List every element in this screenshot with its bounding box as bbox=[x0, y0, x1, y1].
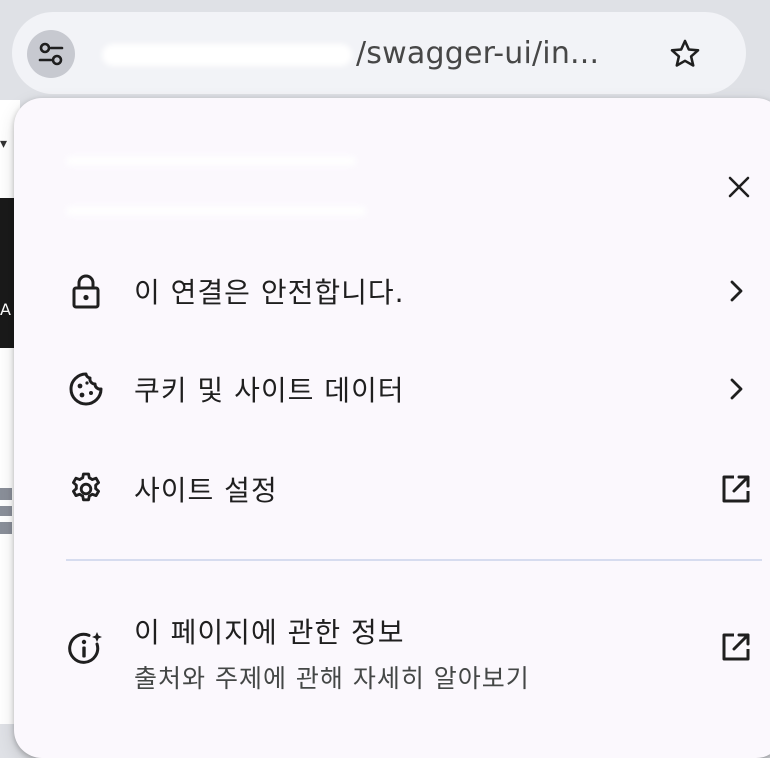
url-text[interactable]: /swagger-ui/in... bbox=[356, 36, 599, 71]
address-bar[interactable]: /swagger-ui/in... bbox=[12, 12, 746, 94]
page-info-popup: 이 연결은 안전합니다. 쿠키 및 사이트 데이터 사이트 설정 이 페이지에 … bbox=[14, 98, 770, 758]
about-this-page-sublabel: 출처와 주제에 관해 자세히 알아보기 bbox=[134, 664, 530, 693]
close-button[interactable] bbox=[714, 162, 764, 212]
cookie-icon bbox=[66, 369, 106, 409]
divider bbox=[66, 559, 762, 561]
lock-icon bbox=[66, 271, 106, 311]
open-in-new-icon bbox=[718, 629, 754, 665]
background-dark-panel-letter: A bbox=[0, 300, 11, 319]
url-redacted bbox=[102, 44, 352, 66]
gear-icon bbox=[66, 469, 106, 509]
popup-subheader-redacted bbox=[66, 206, 366, 216]
cookies-site-data-item[interactable]: 쿠키 및 사이트 데이터 bbox=[14, 343, 770, 435]
chevron-right-icon bbox=[718, 273, 754, 309]
star-icon bbox=[670, 39, 700, 67]
background-grid-icon bbox=[0, 488, 12, 534]
background-page-arrow-icon: ▾ bbox=[0, 136, 8, 152]
tune-icon bbox=[38, 42, 64, 66]
about-this-page-label: 이 페이지에 관한 정보 bbox=[134, 616, 405, 649]
site-settings-item[interactable]: 사이트 설정 bbox=[14, 443, 770, 535]
connection-security-label: 이 연결은 안전합니다. bbox=[134, 276, 405, 309]
open-in-new-icon bbox=[718, 471, 754, 507]
site-info-button[interactable] bbox=[27, 30, 75, 78]
site-settings-label: 사이트 설정 bbox=[134, 474, 278, 507]
popup-header-redacted bbox=[66, 156, 356, 166]
connection-security-item[interactable]: 이 연결은 안전합니다. bbox=[14, 245, 770, 337]
chevron-right-icon bbox=[718, 371, 754, 407]
bookmark-button[interactable] bbox=[665, 34, 705, 74]
page-info-icon bbox=[66, 629, 106, 669]
close-icon bbox=[728, 176, 750, 198]
cookies-site-data-label: 쿠키 및 사이트 데이터 bbox=[134, 374, 405, 407]
about-this-page-item[interactable]: 이 페이지에 관한 정보 출처와 주제에 관해 자세히 알아보기 bbox=[14, 593, 770, 703]
